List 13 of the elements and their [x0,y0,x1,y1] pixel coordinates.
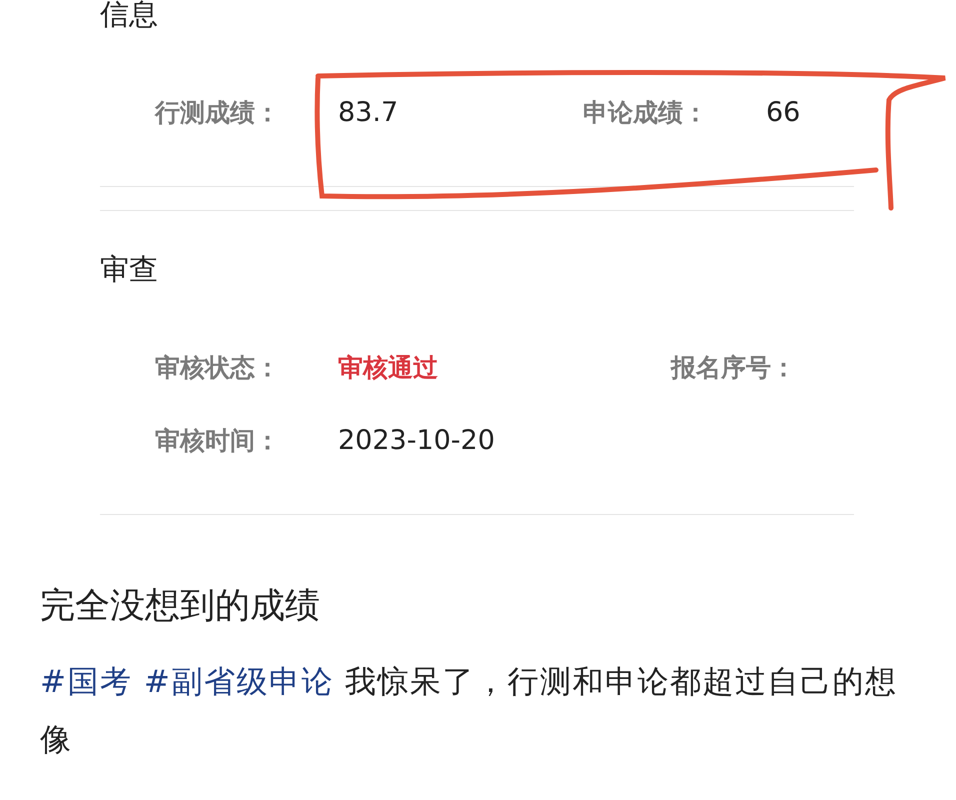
field-value: 83.7 [338,96,398,128]
section-title: 信息 [100,0,159,33]
field-value: 2023-10-20 [338,424,495,456]
field-label: 审核时间： [155,424,281,456]
field-label: 审核状态： [155,352,281,384]
field-label: 报名序号： [671,352,797,384]
status-value: 审核通过 [338,352,438,384]
post-title: 完全没想到的成绩 [40,585,321,627]
section-title: 审查 [100,251,159,288]
field-label: 行测成绩： [155,96,281,128]
post-text: #国考 #副省级申论 我惊呆了，行测和申论都超过自己的想像 [40,663,899,760]
field-label: 申论成绩： [583,96,709,128]
field-value: 66 [766,96,800,128]
